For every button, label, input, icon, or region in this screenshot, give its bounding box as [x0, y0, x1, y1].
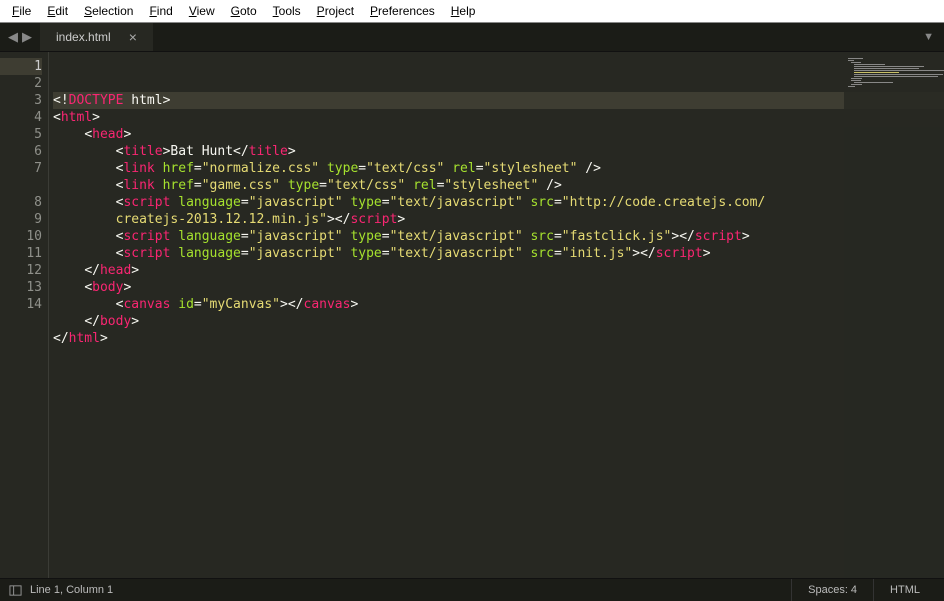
menu-file[interactable]: File	[4, 2, 39, 20]
line-number: 9	[0, 211, 42, 228]
line-gutter[interactable]: 1234567891011121314	[0, 52, 49, 578]
line-number: 1	[0, 58, 42, 75]
code-area[interactable]: <!DOCTYPE html><html> <head> <title>Bat …	[49, 52, 944, 578]
line-number: 8	[0, 194, 42, 211]
code-line: <head>	[53, 126, 944, 143]
menu-tools[interactable]: Tools	[265, 2, 309, 20]
line-number: 3	[0, 92, 42, 109]
line-number	[0, 177, 42, 194]
line-number: 14	[0, 296, 42, 313]
code-line: <link href="game.css" type="text/css" re…	[53, 177, 944, 194]
code-line: </body>	[53, 313, 944, 330]
menu-edit[interactable]: Edit	[39, 2, 76, 20]
line-number: 11	[0, 245, 42, 262]
code-line: <body>	[53, 279, 944, 296]
nav-forward-icon[interactable]: ▶	[22, 29, 32, 45]
code-line: <title>Bat Hunt</title>	[53, 143, 944, 160]
tab-active[interactable]: index.html ×	[40, 23, 153, 51]
code-line: <script language="javascript" type="text…	[53, 194, 944, 211]
tab-overflow-icon[interactable]: ▼	[913, 31, 944, 43]
tab-close-icon[interactable]: ×	[129, 30, 137, 44]
syntax-setting[interactable]: HTML	[873, 579, 936, 601]
code-line: <script language="javascript" type="text…	[53, 245, 944, 262]
line-number: 2	[0, 75, 42, 92]
menu-view[interactable]: View	[181, 2, 223, 20]
status-bar: Line 1, Column 1 Spaces: 4 HTML	[0, 578, 944, 601]
cursor-position[interactable]: Line 1, Column 1	[30, 584, 113, 596]
panel-switch-icon[interactable]	[8, 583, 22, 597]
menu-selection[interactable]: Selection	[76, 2, 141, 20]
editor-area: 1234567891011121314 <!DOCTYPE html><html…	[0, 52, 944, 578]
code-line: <link href="normalize.css" type="text/cs…	[53, 160, 944, 177]
line-number: 10	[0, 228, 42, 245]
code-line: <!DOCTYPE html>	[53, 92, 944, 109]
code-line: <script language="javascript" type="text…	[53, 228, 944, 245]
menu-help[interactable]: Help	[443, 2, 484, 20]
tab-bar: ◀ ▶ index.html × ▼	[0, 23, 944, 52]
code-line: <canvas id="myCanvas"></canvas>	[53, 296, 944, 313]
nav-arrows: ◀ ▶	[0, 29, 40, 45]
line-number: 7	[0, 160, 42, 177]
menu-find[interactable]: Find	[141, 2, 180, 20]
code-line: <html>	[53, 109, 944, 126]
menu-goto[interactable]: Goto	[223, 2, 265, 20]
nav-back-icon[interactable]: ◀	[8, 29, 18, 45]
code-line: createjs-2013.12.12.min.js"></script>	[53, 211, 944, 228]
line-number: 4	[0, 109, 42, 126]
line-number: 6	[0, 143, 42, 160]
line-number: 12	[0, 262, 42, 279]
line-number: 5	[0, 126, 42, 143]
line-number: 13	[0, 279, 42, 296]
code-line: </html>	[53, 330, 944, 347]
menu-project[interactable]: Project	[309, 2, 362, 20]
code-line: </head>	[53, 262, 944, 279]
menu-bar: FileEditSelectionFindViewGotoToolsProjec…	[0, 0, 944, 23]
menu-preferences[interactable]: Preferences	[362, 2, 443, 20]
minimap[interactable]	[844, 52, 944, 578]
tab-label: index.html	[56, 30, 111, 44]
indent-setting[interactable]: Spaces: 4	[791, 579, 873, 601]
editor-window: FileEditSelectionFindViewGotoToolsProjec…	[0, 0, 944, 601]
